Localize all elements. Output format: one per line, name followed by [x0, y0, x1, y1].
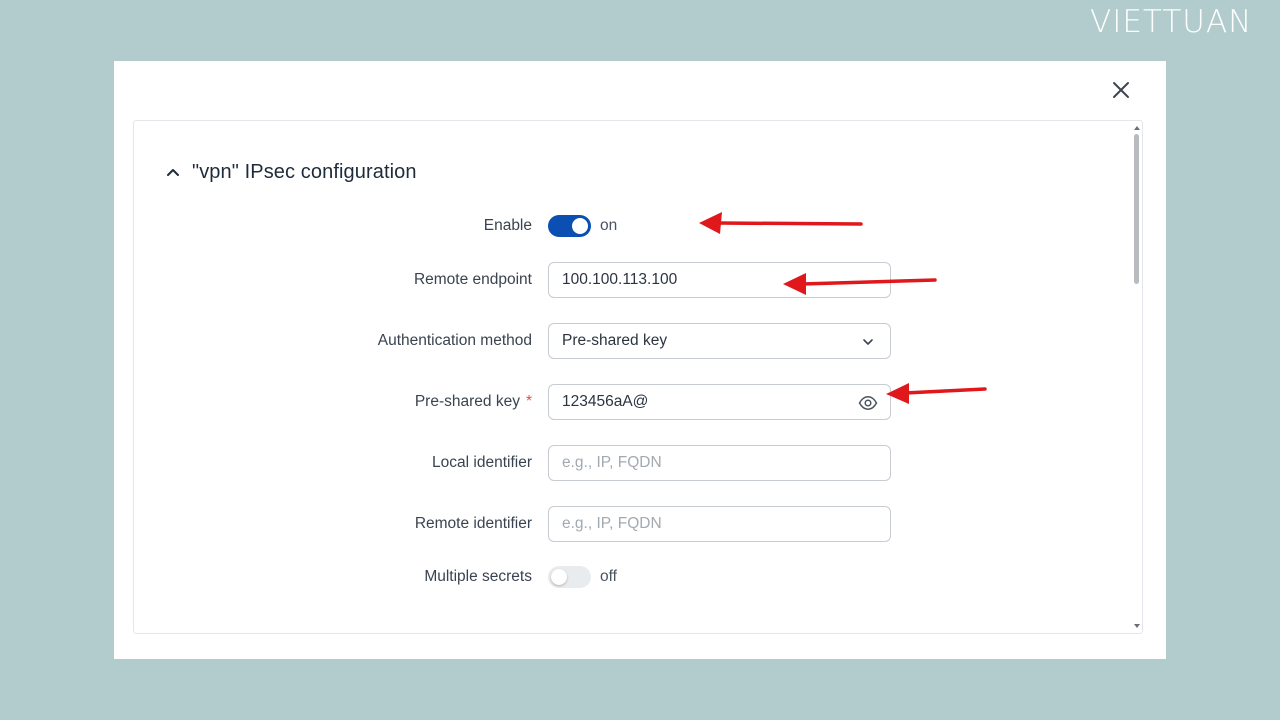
- enable-state: on: [600, 217, 618, 234]
- local-identifier-label: Local identifier: [432, 454, 532, 471]
- remote-identifier-input[interactable]: [549, 507, 890, 541]
- section-header[interactable]: "vpn" IPsec configuration: [166, 159, 417, 185]
- enable-row: Enable on: [134, 208, 1134, 244]
- auth-method-select[interactable]: Pre-shared key: [548, 323, 891, 359]
- remote-endpoint-row: Remote endpoint: [134, 262, 1134, 298]
- remote-endpoint-label: Remote endpoint: [413, 271, 532, 288]
- scroll-up-icon[interactable]: [1133, 124, 1141, 132]
- config-modal: "vpn" IPsec configuration Enable on Remo…: [114, 61, 1166, 659]
- psk-row: Pre-shared key *: [134, 384, 1134, 420]
- brand-logo: VIETTUAN: [1090, 4, 1253, 40]
- close-icon[interactable]: [1109, 78, 1133, 102]
- multiple-secrets-row: Multiple secrets off: [134, 559, 1134, 595]
- scrollbar-thumb[interactable]: [1134, 134, 1139, 284]
- remote-identifier-label: Remote identifier: [414, 515, 532, 532]
- auth-method-label: Authentication method: [377, 332, 532, 349]
- local-identifier-input[interactable]: [549, 446, 890, 480]
- scroll-down-icon[interactable]: [1133, 622, 1141, 630]
- chevron-up-icon: [167, 169, 179, 176]
- multiple-secrets-toggle[interactable]: [548, 566, 591, 588]
- scrollbar[interactable]: [1132, 121, 1142, 633]
- multiple-secrets-state: off: [600, 568, 617, 585]
- section-title: "vpn" IPsec configuration: [192, 160, 417, 183]
- auth-method-value: Pre-shared key: [562, 332, 668, 349]
- auth-method-row: Authentication method Pre-shared key: [134, 323, 1134, 359]
- multiple-secrets-label: Multiple secrets: [424, 568, 532, 585]
- psk-label: Pre-shared key *: [414, 393, 532, 410]
- psk-input[interactable]: [549, 385, 890, 419]
- local-identifier-row: Local identifier: [134, 445, 1134, 481]
- required-mark: *: [525, 393, 532, 410]
- ipsec-config-panel: "vpn" IPsec configuration Enable on Remo…: [133, 120, 1143, 634]
- enable-label: Enable: [483, 217, 532, 234]
- enable-toggle[interactable]: [548, 215, 591, 237]
- remote-endpoint-input[interactable]: [549, 263, 890, 297]
- chevron-down-icon: [863, 339, 873, 345]
- eye-icon[interactable]: [858, 393, 878, 413]
- remote-identifier-row: Remote identifier: [134, 506, 1134, 542]
